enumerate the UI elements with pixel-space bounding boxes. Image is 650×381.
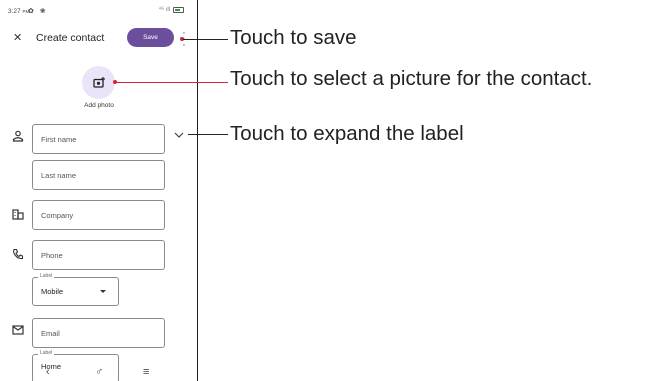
status-right-icons: ⁴ᴳ ıll bbox=[158, 7, 184, 13]
picture-annotation-text: Touch to select a picture for the contac… bbox=[230, 67, 593, 90]
expand-name-chevron-icon[interactable] bbox=[174, 132, 184, 139]
phone-field[interactable]: Phone bbox=[32, 240, 165, 270]
close-icon[interactable]: ✕ bbox=[13, 31, 22, 44]
company-icon bbox=[12, 209, 24, 220]
add-photo-button[interactable] bbox=[82, 66, 115, 99]
add-photo-label: Add photo bbox=[84, 102, 114, 109]
phone-label-value: Mobile bbox=[41, 287, 64, 296]
status-bar: 3:27 PM ✿ ❀ ⁴ᴳ ıll bbox=[0, 0, 197, 22]
add-photo-icon bbox=[92, 77, 105, 88]
email-field[interactable]: Email bbox=[32, 318, 165, 348]
first-name-field[interactable]: First name bbox=[32, 124, 165, 154]
email-icon bbox=[12, 325, 24, 335]
person-icon bbox=[12, 130, 24, 142]
expand-annotation-text: Touch to expand the label bbox=[230, 122, 464, 145]
dropdown-arrow-icon bbox=[100, 290, 106, 293]
picture-annotation-line bbox=[116, 82, 228, 83]
phone-label-select[interactable]: Label Mobile bbox=[32, 273, 119, 306]
signal-icon: ⁴ᴳ ıll bbox=[158, 7, 170, 13]
recents-nav-icon[interactable]: ≡ bbox=[143, 366, 149, 378]
page-title: Create contact bbox=[36, 32, 105, 44]
last-name-field[interactable]: Last name bbox=[32, 160, 165, 190]
phone-icon bbox=[12, 248, 24, 260]
phone-screen: 3:27 PM ✿ ❀ ⁴ᴳ ıll ✕ Create contact Save… bbox=[0, 0, 198, 381]
save-annotation-line bbox=[183, 39, 228, 40]
phone-label-caption: Label bbox=[38, 273, 55, 279]
home-nav-icon[interactable]: ♂ bbox=[95, 366, 103, 378]
battery-icon bbox=[173, 7, 184, 13]
notification-icons: ✿ ❀ bbox=[28, 8, 48, 15]
company-field[interactable]: Company bbox=[32, 200, 165, 230]
email-label-caption: Label bbox=[38, 350, 55, 356]
save-annotation-text: Touch to save bbox=[230, 26, 357, 49]
back-nav-icon[interactable]: ‹ bbox=[46, 366, 50, 378]
navigation-bar: ‹ ♂ ≡ bbox=[0, 364, 197, 381]
save-button[interactable]: Save bbox=[127, 28, 174, 47]
expand-annotation-line bbox=[188, 134, 228, 135]
status-time: 3:27 PM bbox=[8, 8, 30, 15]
